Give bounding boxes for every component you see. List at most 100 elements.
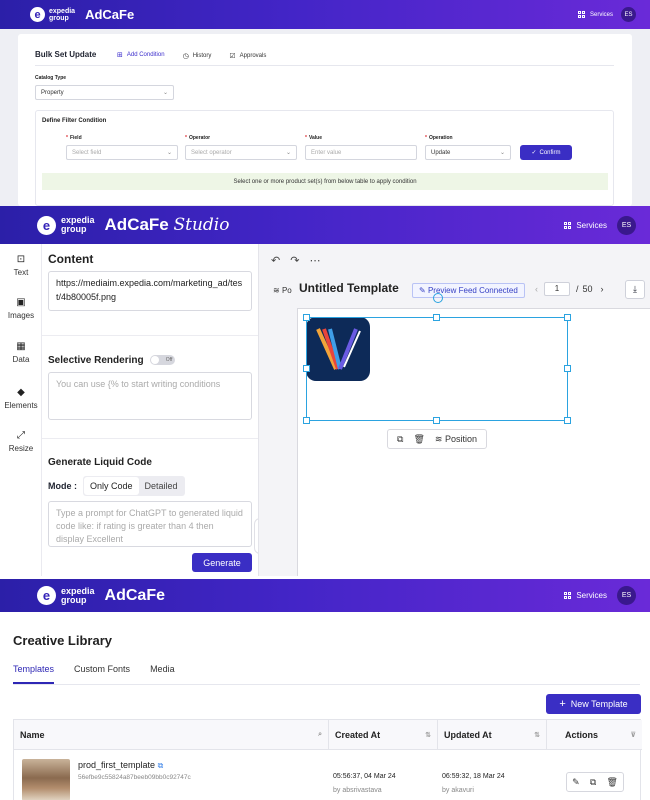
resize-handle[interactable] bbox=[433, 314, 440, 321]
user-avatar[interactable]: ES bbox=[621, 7, 636, 22]
trash-icon[interactable]: 🗑 bbox=[413, 434, 424, 445]
sidebar-item-text[interactable]: ⊡ Text bbox=[0, 254, 42, 277]
selection-box[interactable] bbox=[306, 317, 568, 421]
page-title: Creative Library bbox=[13, 633, 112, 648]
mode-option-only-code[interactable]: Only Code bbox=[84, 477, 139, 495]
position-button[interactable]: ≋ Position bbox=[435, 434, 477, 445]
resize-handle[interactable] bbox=[564, 314, 571, 321]
column-header-created-at[interactable]: Created At ⇅ bbox=[329, 720, 438, 749]
floating-toolbar: ⧉ 🗑 ≋ Position bbox=[387, 429, 487, 449]
confirm-button[interactable]: ✓ Confirm bbox=[520, 145, 572, 160]
tab-add-condition[interactable]: ⊞ Add Condition bbox=[115, 48, 167, 66]
download-button[interactable]: ⤓ bbox=[625, 280, 645, 299]
sidebar-item-elements[interactable]: ◆ Elements bbox=[0, 387, 42, 410]
divider bbox=[42, 438, 258, 439]
tab-approvals[interactable]: ☑ Approvals bbox=[227, 48, 268, 66]
sidebar-item-resize[interactable]: ⤢ Resize bbox=[0, 430, 42, 453]
pagination: ‹ 1 / 50 › bbox=[535, 282, 604, 296]
services-menu[interactable]: Services bbox=[577, 11, 613, 18]
expedia-logo-mark: e bbox=[37, 586, 56, 605]
created-at: 05:56:37, 04 Mar 24 bbox=[333, 773, 396, 780]
tabs-divider bbox=[13, 684, 640, 685]
column-header-actions: Actions ⊽ bbox=[547, 720, 642, 749]
undo-icon[interactable]: ↶ bbox=[271, 254, 280, 267]
new-template-button[interactable]: + New Template bbox=[546, 694, 641, 714]
filter-icon[interactable]: ⊽ bbox=[630, 731, 636, 739]
position-menu[interactable]: ≋ Po bbox=[273, 286, 292, 295]
edit-icon: ✎ bbox=[419, 286, 426, 295]
resize-handle[interactable] bbox=[303, 417, 310, 424]
duplicate-icon[interactable]: ⧉ bbox=[397, 434, 403, 445]
catalog-type-select[interactable]: Property ⌄ bbox=[35, 85, 174, 100]
resize-handle[interactable] bbox=[303, 365, 310, 372]
tab-history[interactable]: ◷ History bbox=[181, 48, 214, 66]
tab-custom-fonts[interactable]: Custom Fonts bbox=[74, 664, 130, 684]
chevron-down-icon: ⌄ bbox=[166, 150, 172, 156]
duplicate-icon[interactable]: ⧉ bbox=[590, 777, 596, 788]
sort-icon[interactable]: ⇅ bbox=[534, 731, 540, 739]
expedia-logo[interactable]: e expedia group bbox=[30, 7, 75, 22]
generate-button[interactable]: Generate bbox=[192, 553, 252, 572]
user-avatar[interactable]: ES bbox=[617, 586, 636, 605]
resize-handle[interactable] bbox=[303, 314, 310, 321]
divider bbox=[42, 335, 258, 336]
preview-feed-badge[interactable]: ✎ Preview Feed Connected bbox=[412, 283, 525, 298]
sort-icon[interactable]: ⇅ bbox=[425, 731, 431, 739]
selective-rendering-toggle[interactable]: Off bbox=[150, 355, 176, 366]
services-menu[interactable]: Services bbox=[564, 221, 607, 230]
rotate-handle[interactable] bbox=[433, 293, 443, 303]
prev-page-icon[interactable]: ‹ bbox=[535, 284, 538, 294]
search-icon[interactable]: ⌕ bbox=[318, 731, 322, 739]
column-header-name[interactable]: Name ⌕ bbox=[14, 720, 329, 749]
tabs-divider bbox=[35, 65, 614, 66]
top-header-studio: e expedia group AdCaFe Studio Services E… bbox=[0, 206, 650, 244]
next-page-icon[interactable]: › bbox=[601, 284, 604, 294]
expedia-logo[interactable]: e expedia group bbox=[37, 586, 95, 605]
header-divider bbox=[14, 749, 642, 750]
edit-icon[interactable]: ✎ bbox=[572, 777, 580, 788]
field-label: * Field bbox=[66, 135, 82, 141]
resize-handle[interactable] bbox=[564, 417, 571, 424]
image-icon: ▣ bbox=[16, 297, 26, 308]
resize-handle[interactable] bbox=[564, 365, 571, 372]
mode-option-detailed[interactable]: Detailed bbox=[139, 477, 184, 495]
services-menu[interactable]: Services bbox=[564, 591, 607, 600]
chevron-down-icon: ⌄ bbox=[499, 150, 505, 156]
check-icon: ✓ bbox=[531, 150, 537, 156]
page-input[interactable]: 1 bbox=[544, 282, 570, 296]
template-title[interactable]: Untitled Template bbox=[299, 281, 399, 295]
grid-icon bbox=[564, 221, 572, 229]
tab-media[interactable]: Media bbox=[150, 664, 175, 684]
field-select[interactable]: Select field ⌄ bbox=[66, 145, 178, 160]
content-url-field[interactable]: https://mediaim.expedia.com/marketing_ad… bbox=[48, 271, 252, 311]
redo-icon[interactable]: ↷ bbox=[290, 254, 299, 267]
prompt-input[interactable]: Type a prompt for ChatGPT to generated l… bbox=[48, 501, 252, 547]
conditions-input[interactable]: You can use {% to start writing conditio… bbox=[48, 372, 252, 420]
trash-icon[interactable]: 🗑 bbox=[606, 777, 617, 788]
operation-select[interactable]: Update ⌄ bbox=[425, 145, 511, 160]
sidebar-item-images[interactable]: ▣ Images bbox=[0, 297, 42, 320]
column-header-updated-at[interactable]: Updated At ⇅ bbox=[438, 720, 547, 749]
more-icon[interactable]: ⋯ bbox=[309, 254, 320, 267]
app-title: AdCaFe Studio bbox=[104, 215, 230, 235]
shapes-icon: ◆ bbox=[17, 387, 25, 398]
expedia-logo[interactable]: e expedia group bbox=[37, 215, 95, 235]
library-tabs: Templates Custom Fonts Media bbox=[13, 664, 195, 684]
template-id: 56efbe9c55824a87beeb09bb0c92747c bbox=[78, 774, 191, 781]
text-icon: ⊡ bbox=[16, 254, 26, 265]
copy-icon[interactable]: ⧉ bbox=[158, 761, 164, 770]
value-input[interactable]: Enter value bbox=[305, 145, 417, 160]
template-name[interactable]: prod_first_template ⧉ bbox=[78, 760, 163, 771]
resize-handle[interactable] bbox=[433, 417, 440, 424]
bulk-tabs: ⊞ Add Condition ◷ History ☑ Approvals bbox=[115, 48, 282, 66]
value-label: * Value bbox=[305, 135, 323, 141]
tab-templates[interactable]: Templates bbox=[13, 664, 55, 684]
expedia-logo-mark: e bbox=[37, 215, 56, 235]
chevron-down-icon: ⌄ bbox=[285, 150, 291, 156]
operator-select[interactable]: Select operator ⌄ bbox=[185, 145, 297, 160]
sidebar-item-data[interactable]: ▦ Data bbox=[0, 341, 42, 364]
user-avatar[interactable]: ES bbox=[617, 215, 636, 235]
history-icon: ◷ bbox=[182, 52, 189, 60]
template-thumbnail[interactable] bbox=[22, 759, 70, 800]
add-condition-icon: ⊞ bbox=[117, 52, 123, 59]
